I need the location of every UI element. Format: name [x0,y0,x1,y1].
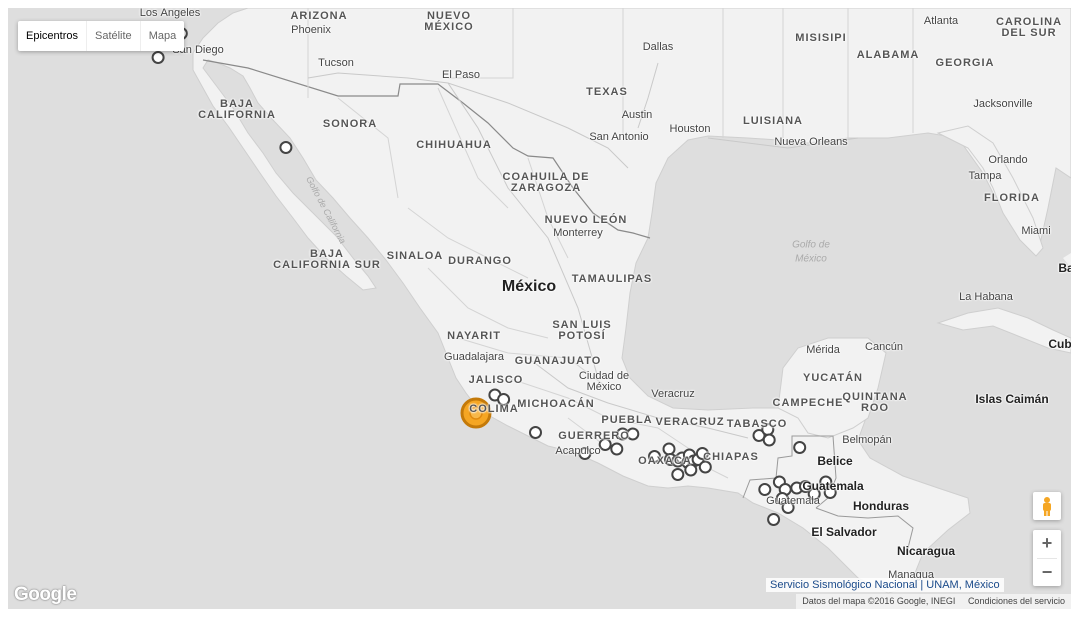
epicenter-marker[interactable] [671,468,685,481]
map-canvas[interactable]: México Belice Guatemala Honduras El Salvador… [8,8,1071,609]
epicenter-marker[interactable] [761,423,775,436]
epicenter-marker[interactable] [610,442,624,456]
zoom-control: + − [1033,530,1061,586]
epicenter-marker[interactable] [684,463,698,477]
pegman-icon [1043,497,1051,516]
epicenter-marker[interactable] [762,433,776,447]
epicenter-marker[interactable] [767,513,781,526]
tab-satelite[interactable]: Satélite [87,21,141,51]
tab-epicentros[interactable]: Epicentros [18,21,87,51]
basemap [151,8,1071,594]
epicenter-marker[interactable] [529,426,542,439]
epicenter-marker[interactable] [279,141,293,154]
map-type-control: Epicentros Satélite Mapa [18,21,185,51]
land-bahamas [1063,253,1071,268]
credit-link[interactable]: Servicio Sismológico Nacional | UNAM, Mé… [766,578,1004,592]
epicenter-marker[interactable] [793,441,807,454]
google-logo: Google [14,584,77,605]
epicenter-marker[interactable] [819,475,833,489]
tab-mapa[interactable]: Mapa [141,21,185,51]
epicenter-marker[interactable] [698,460,712,474]
street-view-pegman-button[interactable] [1033,492,1061,520]
epicenter-marker[interactable] [781,501,795,514]
main-epicenter-core [469,406,483,420]
terms-link[interactable]: Condiciones del servicio [968,596,1065,606]
epicenter-marker[interactable] [807,487,821,501]
epicenter-marker[interactable] [578,447,592,460]
zoom-in-button[interactable]: + [1033,530,1061,558]
epicenter-marker[interactable] [151,51,165,64]
land-cuba [936,307,1071,354]
epicenter-marker[interactable] [662,442,676,456]
epicenter-marker[interactable] [497,393,511,406]
epicenter-marker[interactable] [598,438,612,451]
epicenter-marker[interactable] [823,486,837,499]
zoom-out-button[interactable]: − [1033,559,1061,587]
epicenter-marker[interactable] [648,450,661,463]
map-data-attribution: Datos del mapa ©2016 Google, INEGI [802,596,956,606]
epicenter-marker[interactable] [758,483,772,496]
epicenter-marker[interactable] [626,427,640,441]
epicenter-marker[interactable] [695,447,709,460]
land-north-america [192,8,1071,594]
map-footer: Datos del mapa ©2016 Google, INEGI Condi… [796,594,1071,609]
